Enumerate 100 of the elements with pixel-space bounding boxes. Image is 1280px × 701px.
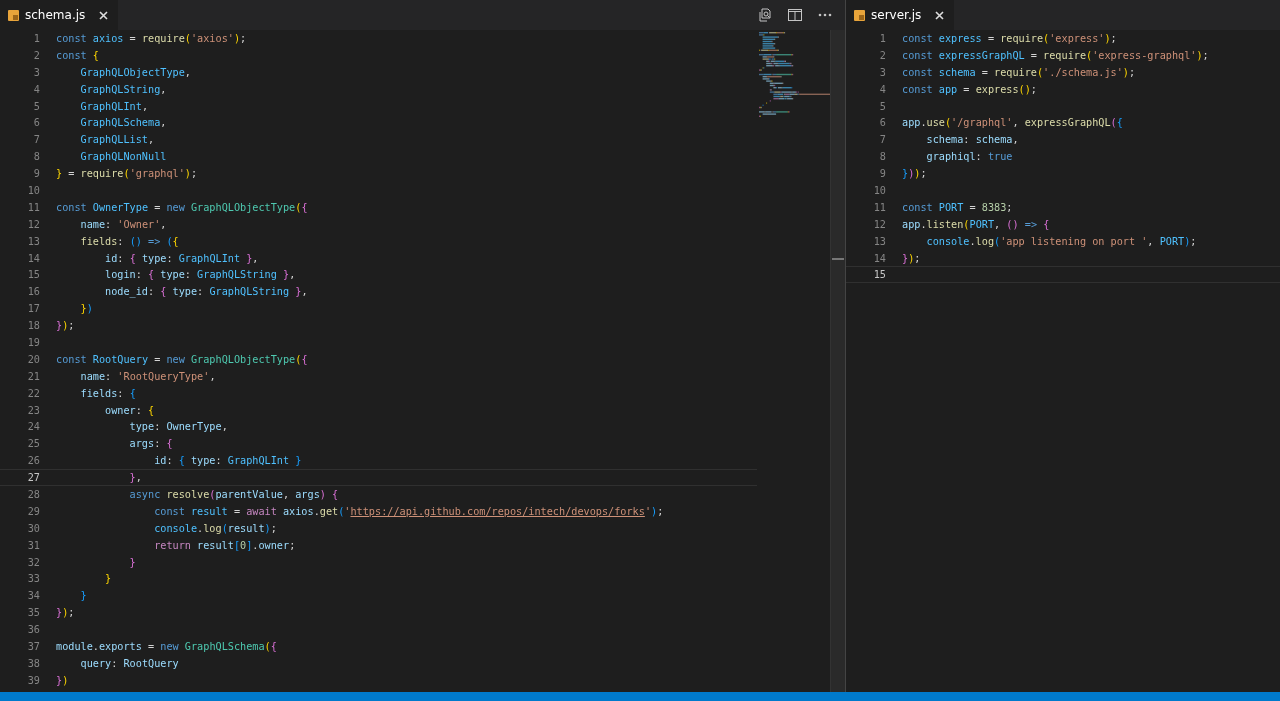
line-number: 5: [32, 100, 41, 112]
line-number: 3: [878, 66, 887, 78]
line-number: 28: [26, 489, 41, 500]
code-line: const OwnerType = new GraphQLObjectType({: [56, 201, 308, 213]
code-line: graphiql: true: [925, 151, 1013, 163]
code-line: fields: () => ({: [79, 235, 179, 247]
code-line: GraphQLInt,: [79, 100, 148, 112]
line-number: 10: [872, 184, 887, 196]
line-number: 18: [26, 320, 41, 332]
code-line: GraphQLNonNull: [79, 151, 167, 163]
line-number: 24: [26, 421, 41, 433]
code-line: const schema = require('./schema.js');: [902, 66, 1136, 78]
line-number: 23: [26, 404, 41, 416]
line-number: 38: [26, 657, 41, 669]
code-line: app.use('/graphql', expressGraphQL({: [902, 117, 1123, 129]
line-number: 6: [878, 117, 887, 129]
js-file-icon: [854, 9, 865, 21]
code-line: schema: schema,: [925, 134, 1019, 146]
line-number: 35: [26, 607, 41, 619]
line-number: 9: [32, 168, 41, 180]
line-number: 17: [26, 303, 41, 315]
line-number: 8: [878, 151, 887, 163]
line-number: 5: [878, 100, 887, 112]
code-line: });: [56, 607, 75, 619]
code-line: const PORT = 8383;: [902, 201, 1013, 213]
line-number: 14: [26, 252, 41, 264]
code-line: }));: [902, 168, 927, 180]
code-line: login: { type: GraphQLString },: [104, 269, 296, 281]
code-line: GraphQLList,: [79, 134, 155, 146]
line-number: 15: [872, 269, 887, 281]
code-line: }): [79, 303, 93, 315]
code-line: const axios = require('axios');: [56, 32, 247, 44]
line-number: 36: [26, 624, 41, 636]
line-number: 22: [26, 387, 41, 399]
line-number: 33: [26, 573, 41, 585]
code-line: },: [128, 472, 142, 484]
line-number: 6: [32, 117, 41, 129]
line-number: 8: [32, 151, 41, 163]
editor-tab[interactable]: server.js: [846, 0, 955, 30]
js-file-icon: [8, 9, 19, 21]
line-number: 26: [26, 455, 41, 467]
code-line: } = require('graphql');: [56, 168, 198, 180]
code-line: name: 'RootQueryType',: [79, 370, 216, 382]
line-number: 25: [26, 438, 41, 450]
line-number: 2: [878, 49, 887, 61]
scrollbar[interactable]: [830, 30, 845, 692]
line-number: 1: [878, 32, 887, 44]
code-line: GraphQLObjectType,: [79, 66, 191, 78]
line-number: 2: [32, 49, 41, 61]
code-line: }: [79, 590, 87, 602]
line-number: 1: [32, 32, 41, 44]
code-line: }): [56, 674, 69, 686]
line-number: 29: [26, 505, 41, 517]
code-line: const result = await axios.get('https://api.github.com/repos/intech/devops/forks');: [153, 505, 664, 517]
close-icon[interactable]: [935, 10, 945, 20]
code-line: }: [104, 573, 112, 585]
line-number: 13: [872, 235, 887, 247]
code-line: GraphQLSchema,: [79, 117, 167, 129]
code-line: console.log(result);: [153, 522, 277, 534]
line-number: 4: [878, 83, 887, 95]
code-line: console.log('app listening on port ', PORT);: [925, 235, 1197, 247]
code-line: const expressGraphQL = require('express-graphql');: [902, 49, 1209, 61]
line-number: 7: [32, 134, 41, 146]
line-number: 30: [26, 522, 41, 534]
code-line: id: { type: GraphQLInt },: [104, 252, 259, 264]
code-line: query: RootQuery: [79, 657, 179, 669]
line-number: 27: [26, 472, 41, 484]
code-line: type: OwnerType,: [128, 421, 228, 433]
code-line: return result[0].owner;: [153, 539, 296, 551]
code-line: GraphQLString,: [79, 83, 167, 95]
line-number: 37: [26, 641, 41, 652]
line-number: 14: [872, 252, 887, 264]
close-icon[interactable]: [99, 10, 109, 20]
code-line: });: [56, 320, 75, 332]
code-line: async resolve(parentValue, args) {: [128, 489, 339, 500]
line-number: 39: [26, 674, 41, 686]
line-number: 16: [26, 286, 41, 298]
line-number: 3: [32, 66, 41, 78]
line-number: 34: [26, 590, 41, 602]
code-line: const RootQuery = new GraphQLObjectType({: [56, 353, 308, 365]
line-number: 12: [26, 218, 41, 230]
code-line: id: { type: GraphQLInt }: [153, 455, 302, 467]
editor-tab[interactable]: schema.js: [0, 0, 119, 30]
code-line: name: 'Owner',: [79, 218, 167, 230]
line-number: 15: [26, 269, 41, 281]
code-line: args: {: [128, 438, 173, 450]
line-number: 10: [26, 184, 41, 196]
code-line: owner: {: [104, 404, 155, 416]
open-changes-icon[interactable]: [757, 7, 773, 23]
code-line: const express = require('express');: [902, 32, 1117, 44]
line-number: 12: [872, 218, 887, 230]
line-number: 20: [26, 353, 41, 365]
line-number: 13: [26, 235, 41, 247]
line-number: 11: [872, 201, 887, 213]
line-number: 21: [26, 370, 41, 382]
line-number: 32: [26, 556, 41, 568]
code-line: }: [128, 556, 136, 568]
code-line: const app = express();: [902, 83, 1037, 95]
code-line: module.exports = new GraphQLSchema({: [56, 641, 277, 652]
split-editor-icon[interactable]: [787, 7, 803, 23]
